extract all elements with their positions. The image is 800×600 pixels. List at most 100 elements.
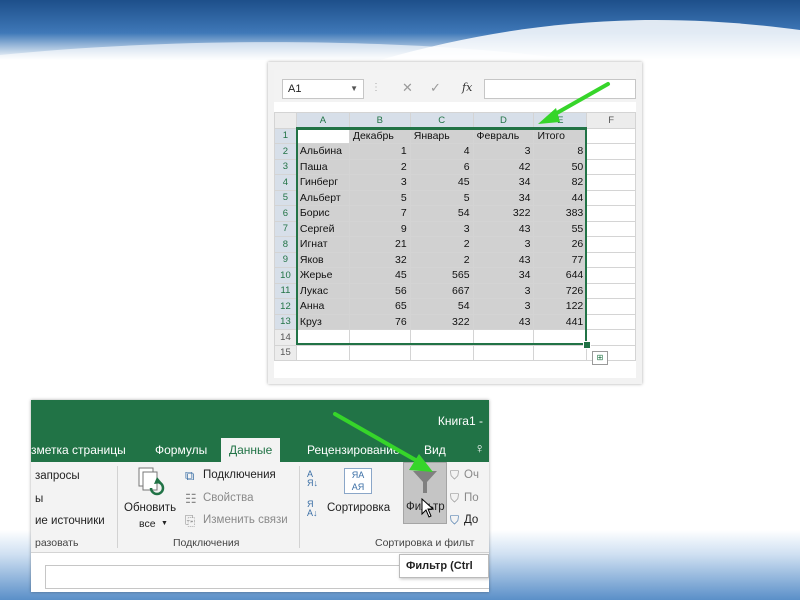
row-header[interactable]: 8 — [274, 236, 297, 253]
table-cell[interactable]: 56 — [348, 282, 411, 299]
table-header-cell[interactable]: Итого — [533, 127, 588, 144]
table-cell[interactable] — [295, 344, 350, 361]
sort-button[interactable]: Сортировка — [327, 502, 390, 514]
table-cell[interactable]: 34 — [472, 189, 535, 206]
properties-button[interactable]: Свойства — [203, 492, 254, 504]
queries-item[interactable]: ие источники — [35, 515, 105, 527]
table-cell[interactable]: 82 — [533, 174, 588, 191]
table-cell[interactable]: Анна — [295, 298, 350, 315]
table-cell[interactable]: 65 — [348, 298, 411, 315]
table-cell[interactable] — [586, 189, 636, 206]
table-cell[interactable] — [409, 329, 474, 346]
table-cell[interactable]: 21 — [348, 236, 411, 253]
tab-page-layout[interactable]: зметка страницы — [31, 443, 126, 457]
select-all-corner[interactable] — [274, 112, 297, 129]
enter-check-icon[interactable]: ✓ — [430, 80, 441, 96]
row-header[interactable]: 11 — [274, 282, 297, 299]
table-cell[interactable]: 43 — [472, 220, 535, 237]
advanced-button[interactable]: До — [464, 514, 478, 526]
table-cell[interactable] — [472, 329, 535, 346]
table-header-cell[interactable]: Декабрь — [348, 127, 411, 144]
table-cell[interactable]: 43 — [472, 313, 535, 330]
table-cell[interactable]: 34 — [472, 174, 535, 191]
table-cell[interactable] — [533, 344, 588, 361]
tab-data[interactable]: Данные — [221, 438, 281, 462]
table-cell[interactable]: 322 — [409, 313, 474, 330]
function-icon[interactable]: fx — [462, 81, 472, 94]
table-cell[interactable]: 6 — [409, 158, 474, 175]
table-cell[interactable]: 8 — [533, 143, 588, 160]
table-cell[interactable]: 76 — [348, 313, 411, 330]
row-header[interactable]: 1 — [274, 127, 297, 144]
table-cell[interactable]: 43 — [472, 251, 535, 268]
reapply-button[interactable]: По — [464, 492, 479, 504]
quick-analysis-icon[interactable]: ⊞ — [592, 351, 608, 365]
table-cell[interactable] — [586, 127, 636, 144]
column-header-d[interactable]: D — [472, 112, 535, 129]
table-cell[interactable]: 383 — [533, 205, 588, 222]
table-cell[interactable]: 5 — [409, 189, 474, 206]
table-header-cell[interactable]: Февраль — [472, 127, 535, 144]
table-cell[interactable]: 55 — [533, 220, 588, 237]
table-cell[interactable]: Жерье — [295, 267, 350, 284]
table-cell[interactable]: 42 — [472, 158, 535, 175]
table-cell[interactable]: Лукас — [295, 282, 350, 299]
table-cell[interactable]: 54 — [409, 205, 474, 222]
table-cell[interactable]: Сергей — [295, 220, 350, 237]
table-cell[interactable] — [348, 329, 411, 346]
fill-handle[interactable] — [583, 341, 591, 349]
table-cell[interactable]: Яков — [295, 251, 350, 268]
row-header[interactable]: 10 — [274, 267, 297, 284]
table-cell[interactable]: 4 — [409, 143, 474, 160]
row-header[interactable]: 5 — [274, 189, 297, 206]
table-cell[interactable] — [586, 220, 636, 237]
table-cell[interactable]: 122 — [533, 298, 588, 315]
table-cell[interactable]: 32 — [348, 251, 411, 268]
column-header-c[interactable]: C — [409, 112, 474, 129]
table-cell[interactable] — [586, 282, 636, 299]
table-cell[interactable] — [295, 127, 350, 144]
name-box[interactable]: A1 ▼ — [282, 79, 364, 99]
table-cell[interactable] — [586, 313, 636, 330]
table-cell[interactable] — [533, 329, 588, 346]
table-cell[interactable] — [586, 205, 636, 222]
table-cell[interactable] — [586, 267, 636, 284]
table-cell[interactable] — [409, 344, 474, 361]
column-header-a[interactable]: A — [295, 112, 350, 129]
queries-item[interactable]: ы — [35, 493, 43, 505]
table-cell[interactable]: 726 — [533, 282, 588, 299]
table-header-cell[interactable]: Январь — [409, 127, 474, 144]
table-cell[interactable]: 45 — [348, 267, 411, 284]
table-cell[interactable]: 50 — [533, 158, 588, 175]
row-header[interactable]: 12 — [274, 298, 297, 315]
table-cell[interactable] — [586, 251, 636, 268]
chevron-down-icon[interactable]: ▼ — [350, 80, 358, 98]
row-header[interactable]: 15 — [274, 344, 297, 361]
table-cell[interactable]: 2 — [348, 158, 411, 175]
table-cell[interactable]: 26 — [533, 236, 588, 253]
edit-links-button[interactable]: Изменить связи — [203, 514, 288, 526]
table-cell[interactable]: 54 — [409, 298, 474, 315]
table-cell[interactable]: 644 — [533, 267, 588, 284]
table-cell[interactable]: Альбина — [295, 143, 350, 160]
table-cell[interactable]: 2 — [409, 251, 474, 268]
tab-formulas[interactable]: Формулы — [155, 443, 207, 457]
column-header-b[interactable]: B — [348, 112, 411, 129]
table-cell[interactable] — [295, 329, 350, 346]
table-cell[interactable]: 77 — [533, 251, 588, 268]
table-cell[interactable] — [586, 329, 636, 346]
table-cell[interactable]: 3 — [472, 298, 535, 315]
clear-button[interactable]: Оч — [464, 469, 479, 481]
table-cell[interactable]: 5 — [348, 189, 411, 206]
table-cell[interactable] — [586, 174, 636, 191]
table-cell[interactable] — [586, 298, 636, 315]
table-cell[interactable]: Гинберг — [295, 174, 350, 191]
sort-za-icon[interactable]: Я А↓ — [307, 500, 318, 518]
table-cell[interactable]: Круз — [295, 313, 350, 330]
table-cell[interactable]: Игнат — [295, 236, 350, 253]
row-header[interactable]: 6 — [274, 205, 297, 222]
cancel-icon[interactable]: ✕ — [402, 80, 413, 96]
table-cell[interactable]: 441 — [533, 313, 588, 330]
table-cell[interactable]: 2 — [409, 236, 474, 253]
table-cell[interactable]: 45 — [409, 174, 474, 191]
